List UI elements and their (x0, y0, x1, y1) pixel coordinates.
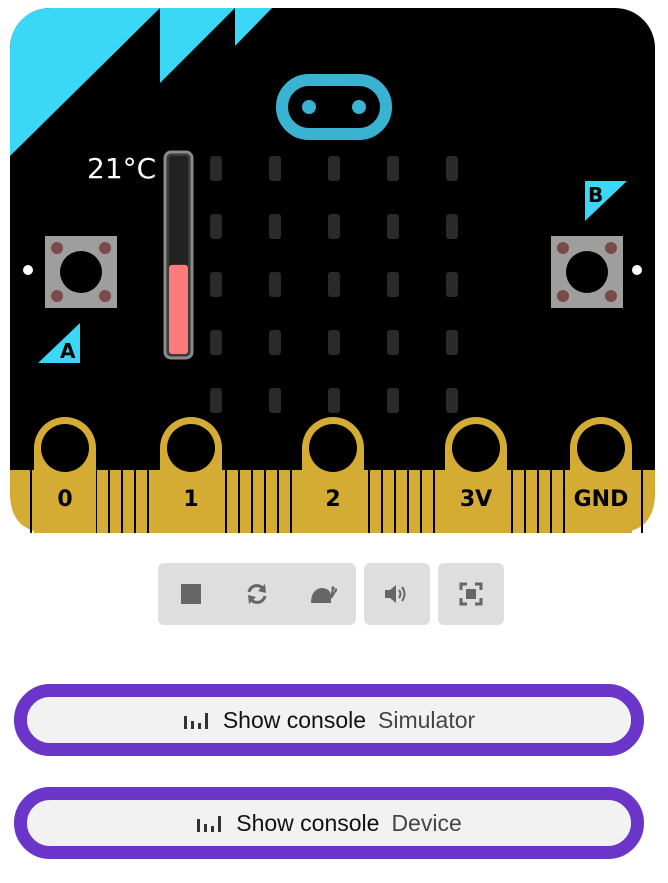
led (210, 156, 222, 181)
led (328, 330, 340, 355)
edge-strip-gap (121, 470, 123, 533)
edge-strip-gap (225, 470, 227, 533)
view-controls (438, 563, 504, 625)
led (446, 156, 458, 181)
pin-1[interactable]: 1 (160, 417, 222, 533)
pin-label: 3V (460, 487, 492, 512)
edge-strip-gap (563, 470, 565, 533)
edge-strip-gap (368, 470, 370, 533)
led (387, 214, 399, 239)
sound-controls (364, 563, 430, 625)
stop-icon (181, 584, 201, 604)
led (328, 272, 340, 297)
simulator-controls (158, 563, 504, 625)
thermometer-fill (169, 264, 188, 354)
pin-gnd[interactable]: GND (570, 417, 632, 533)
led (328, 156, 340, 181)
show-console-device-button[interactable]: Show console Device (14, 787, 644, 859)
led (387, 156, 399, 181)
temperature-label: 21°C (87, 152, 156, 185)
led (446, 330, 458, 355)
led (328, 214, 340, 239)
fullscreen-button[interactable] (438, 563, 504, 625)
console-source: Simulator (378, 706, 476, 733)
console-title: Show console (222, 706, 367, 733)
led (269, 156, 281, 181)
edge-strip-gap (277, 470, 279, 533)
led (387, 272, 399, 297)
slow-mo-button[interactable] (290, 563, 356, 625)
edge-strip-gap (147, 470, 149, 533)
pin-label: 2 (325, 487, 340, 512)
edge-strip-gap (290, 470, 292, 533)
edge-strip-gap (511, 470, 513, 533)
led (210, 272, 222, 297)
led (446, 388, 458, 413)
bar-chart-icon (183, 711, 209, 729)
edge-strip-gap (550, 470, 552, 533)
led (387, 330, 399, 355)
led (446, 272, 458, 297)
edge-strip-gap (238, 470, 240, 533)
restart-icon (247, 584, 267, 604)
edge-strip-gap (537, 470, 539, 533)
led (269, 272, 281, 297)
pin-label: GND (574, 487, 629, 512)
console-source: Device (391, 809, 462, 836)
show-console-simulator-button[interactable]: Show console Simulator (14, 684, 644, 756)
edge-strip-gap (134, 470, 136, 533)
led (210, 388, 222, 413)
led (269, 388, 281, 413)
pin-0[interactable]: 0 (34, 417, 96, 533)
edge-strip-gap (420, 470, 422, 533)
snail-icon (311, 586, 337, 603)
pin-label: 0 (57, 487, 72, 512)
edge-strip-gap (264, 470, 266, 533)
mute-button[interactable] (364, 563, 430, 625)
edge-strip-gap (108, 470, 110, 533)
pin-3v[interactable]: 3V (445, 417, 507, 533)
svg-text:B: B (588, 183, 603, 207)
speaker-icon (385, 585, 406, 603)
led (210, 330, 222, 355)
edge-strip-gap (394, 470, 396, 533)
led (269, 330, 281, 355)
edge-strip-gap (30, 470, 32, 533)
thermometer[interactable] (163, 150, 194, 360)
edge-strip-gap (381, 470, 383, 533)
stop-button[interactable] (158, 563, 224, 625)
led (446, 214, 458, 239)
fullscreen-icon (459, 582, 483, 606)
edge-strip-gap (641, 470, 643, 533)
led (269, 214, 281, 239)
playback-controls (158, 563, 356, 625)
console-title: Show console (236, 809, 380, 836)
edge-strip-gap (251, 470, 253, 533)
edge-strip-gap (433, 470, 435, 533)
led (210, 214, 222, 239)
led (328, 388, 340, 413)
bar-chart-icon (196, 814, 222, 832)
restart-button[interactable] (224, 563, 290, 625)
led (387, 388, 399, 413)
edge-strip-gap (524, 470, 526, 533)
microbit-simulator: 21°C A B 0 1 2 3V GND (10, 8, 655, 533)
pin-2[interactable]: 2 (302, 417, 364, 533)
pin-label: 1 (183, 487, 198, 512)
svg-text:A: A (60, 339, 76, 363)
edge-strip-gap (407, 470, 409, 533)
